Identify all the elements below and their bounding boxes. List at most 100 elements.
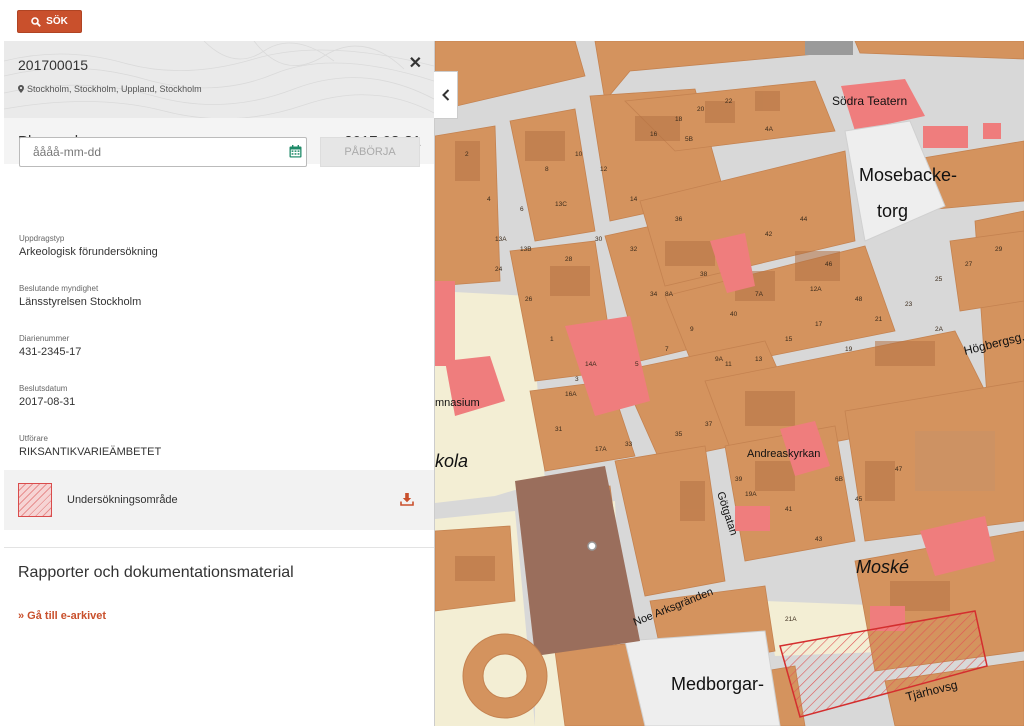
- svg-text:25: 25: [935, 276, 943, 283]
- collapse-panel-button[interactable]: [434, 71, 458, 119]
- search-icon: [31, 16, 41, 27]
- svg-text:1: 1: [550, 336, 554, 343]
- svg-text:33: 33: [625, 441, 633, 448]
- svg-text:34: 34: [650, 291, 658, 298]
- field-value: 431-2345-17: [19, 346, 82, 358]
- calendar-icon[interactable]: [289, 145, 302, 158]
- svg-text:28: 28: [565, 256, 573, 263]
- svg-text:47: 47: [895, 466, 903, 473]
- field-label: Beslutsdatum: [19, 384, 68, 393]
- map-point-marker: [587, 541, 597, 551]
- svg-text:3: 3: [575, 376, 579, 383]
- svg-text:4A: 4A: [765, 126, 774, 133]
- location: Stockholm, Stockholm, Uppland, Stockholm: [18, 84, 202, 94]
- download-icon[interactable]: [400, 492, 414, 506]
- circular-building: [462, 633, 548, 719]
- svg-text:12A: 12A: [810, 286, 822, 293]
- svg-text:35: 35: [675, 431, 683, 438]
- close-icon[interactable]: ✕: [409, 53, 422, 73]
- svg-text:6: 6: [520, 206, 524, 213]
- svg-text:5B: 5B: [685, 136, 693, 143]
- svg-text:24: 24: [495, 266, 503, 273]
- svg-text:41: 41: [785, 506, 793, 513]
- field-beslutsdatum: Beslutsdatum 2017-08-31: [19, 384, 75, 408]
- svg-text:13A: 13A: [495, 236, 507, 243]
- field-value: Arkeologisk förundersökning: [19, 246, 158, 258]
- svg-text:8: 8: [545, 166, 549, 173]
- svg-text:13: 13: [755, 356, 763, 363]
- field-label: Beslutande myndighet: [19, 284, 99, 293]
- svg-text:14A: 14A: [585, 361, 597, 368]
- chevron-left-icon: [441, 89, 449, 101]
- field-label: Uppdragstyp: [19, 234, 65, 243]
- svg-text:29: 29: [995, 246, 1003, 253]
- svg-text:2: 2: [465, 151, 469, 158]
- svg-text:36: 36: [675, 216, 683, 223]
- svg-text:45: 45: [855, 496, 863, 503]
- svg-text:13B: 13B: [520, 246, 532, 253]
- map-canvas[interactable]: 2 4 6 8 10 12 14 16 18 20 22 24 26 28 30…: [435, 41, 1024, 726]
- label-andreaskyrkan: Andreaskyrkan: [747, 448, 820, 460]
- svg-text:6B: 6B: [835, 476, 843, 483]
- divider: [4, 547, 434, 548]
- label-skola: kola: [435, 451, 468, 471]
- topographic-pattern: [4, 41, 434, 118]
- svg-text:8A: 8A: [665, 291, 674, 298]
- svg-text:46: 46: [825, 261, 833, 268]
- svg-text:11: 11: [725, 361, 732, 368]
- svg-text:39: 39: [735, 476, 743, 483]
- svg-text:5: 5: [635, 361, 639, 368]
- svg-text:21A: 21A: [785, 616, 797, 623]
- svg-text:22: 22: [725, 98, 733, 105]
- svg-text:21: 21: [875, 316, 883, 323]
- reports-title: Rapporter och dokumentationsmaterial: [18, 564, 294, 581]
- field-utforare: Utförare RIKSANTIKVARIEÄMBETET: [19, 434, 161, 458]
- svg-text:7: 7: [665, 346, 669, 353]
- location-text: Stockholm, Stockholm, Uppland, Stockholm: [27, 84, 202, 94]
- svg-text:9: 9: [690, 326, 694, 333]
- svg-text:18: 18: [675, 116, 683, 123]
- svg-text:2A: 2A: [935, 326, 944, 333]
- field-value: 2017-08-31: [19, 396, 76, 408]
- layer-row[interactable]: Undersökningsområde: [4, 470, 434, 530]
- start-button[interactable]: PÅBÖRJA: [320, 137, 420, 167]
- search-button[interactable]: SÖK: [17, 10, 82, 33]
- svg-text:17: 17: [815, 321, 823, 328]
- svg-text:42: 42: [765, 231, 773, 238]
- svg-text:37: 37: [705, 421, 713, 428]
- top-bar: SÖK: [0, 0, 1024, 42]
- svg-text:26: 26: [525, 296, 533, 303]
- svg-text:7A: 7A: [755, 291, 764, 298]
- field-label: Utförare: [19, 434, 48, 443]
- svg-text:43: 43: [815, 536, 823, 543]
- field-value: Länsstyrelsen Stockholm: [19, 296, 142, 308]
- svg-text:23: 23: [905, 301, 913, 308]
- field-value: RIKSANTIKVARIEÄMBETET: [19, 446, 162, 458]
- svg-text:19: 19: [845, 346, 853, 353]
- svg-text:32: 32: [630, 246, 638, 253]
- hatch-swatch: [18, 483, 52, 517]
- svg-text:19A: 19A: [745, 491, 757, 498]
- svg-text:38: 38: [700, 271, 708, 278]
- label-sodra-teatern: Södra Teatern: [832, 94, 907, 108]
- svg-text:4: 4: [487, 196, 491, 203]
- archive-link[interactable]: » Gå till e-arkivet: [18, 610, 106, 622]
- field-diarienummer: Diarienummer 431-2345-17: [19, 334, 81, 358]
- svg-text:27: 27: [965, 261, 973, 268]
- label-gymnasium: mnasium: [435, 397, 480, 409]
- field-label: Diarienummer: [19, 334, 70, 343]
- label-moske: Moské: [856, 557, 909, 577]
- svg-text:13C: 13C: [555, 201, 567, 208]
- svg-text:16: 16: [650, 131, 658, 138]
- svg-text:12: 12: [600, 166, 608, 173]
- svg-text:44: 44: [800, 216, 808, 223]
- svg-text:20: 20: [697, 106, 705, 113]
- date-input[interactable]: [19, 137, 307, 167]
- case-id: 201700015: [18, 57, 89, 73]
- svg-text:48: 48: [855, 296, 863, 303]
- svg-text:17A: 17A: [595, 446, 607, 453]
- svg-text:31: 31: [555, 426, 563, 433]
- svg-text:9A: 9A: [715, 356, 724, 363]
- svg-text:10: 10: [575, 151, 583, 158]
- map-view[interactable]: 2 4 6 8 10 12 14 16 18 20 22 24 26 28 30…: [435, 41, 1024, 726]
